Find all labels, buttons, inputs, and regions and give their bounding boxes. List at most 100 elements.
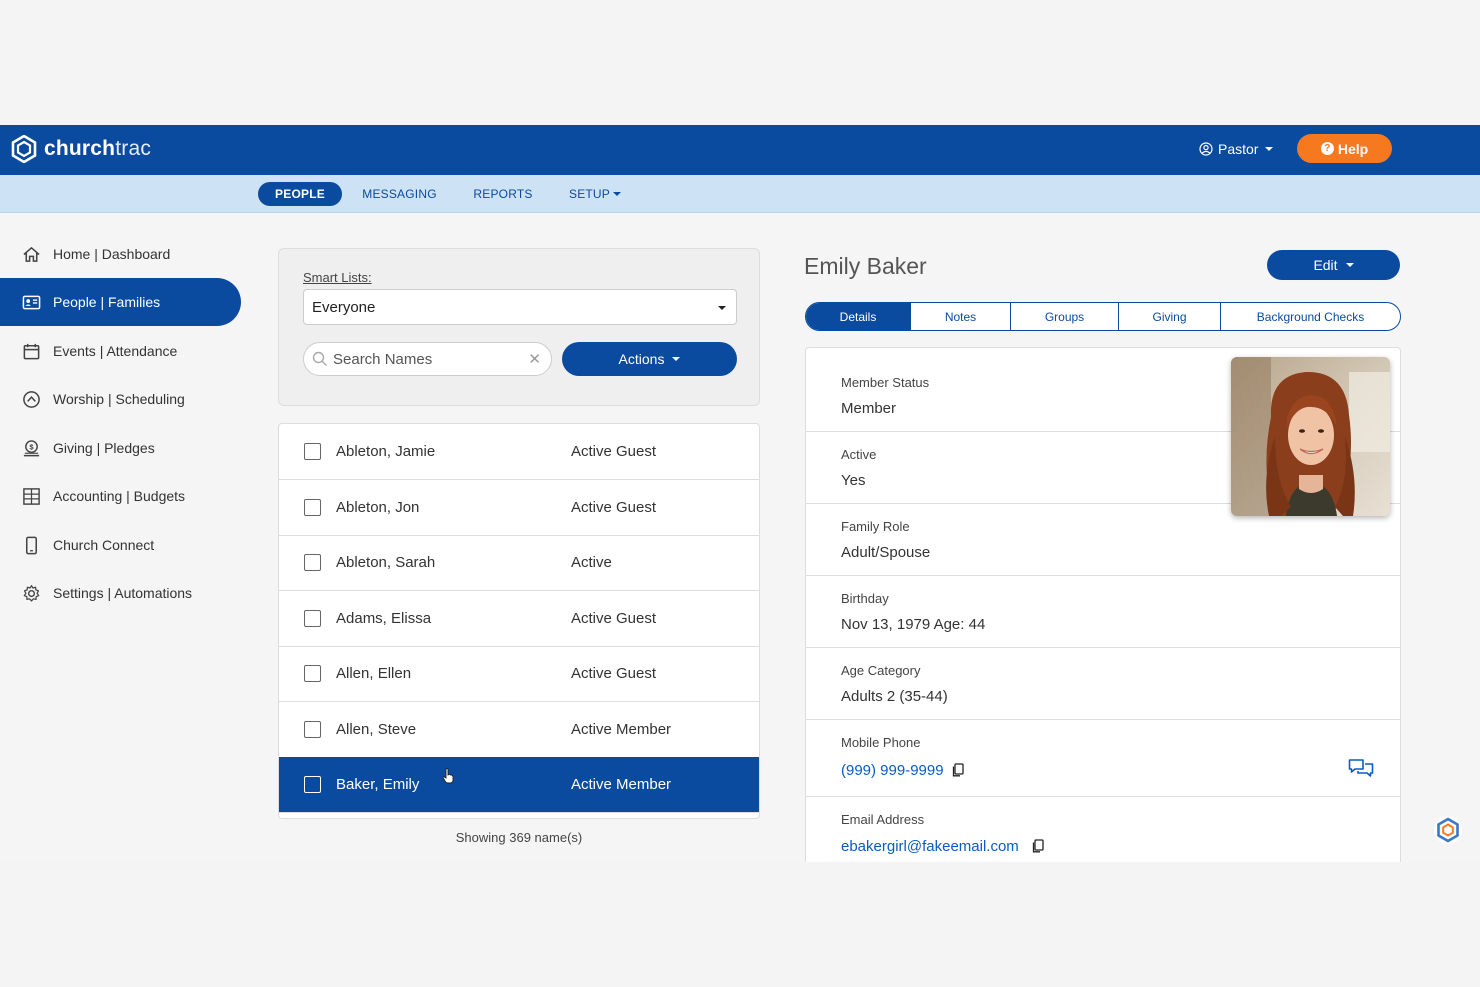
subnav-people[interactable]: PEOPLE: [258, 182, 342, 206]
copy-icon[interactable]: [1031, 839, 1044, 853]
smart-lists-label: Smart Lists:: [303, 270, 372, 285]
tab-label: Giving: [1152, 309, 1187, 324]
sidebar-item-church-connect[interactable]: Church Connect: [0, 521, 241, 569]
field-mobile-phone: Mobile Phone (999) 999-9999: [806, 720, 1400, 797]
chat-icon[interactable]: [1348, 758, 1374, 780]
person-name: Allen, Ellen: [336, 665, 412, 682]
sidebar-item-people[interactable]: People | Families: [0, 278, 241, 326]
brand-name: churchtrac: [44, 137, 152, 160]
person-status: Active Member: [571, 721, 672, 738]
tab-groups[interactable]: Groups: [1011, 303, 1119, 330]
showing-count: Showing 369 name(s): [455, 830, 583, 845]
home-icon: [23, 246, 40, 262]
sidebar-item-giving[interactable]: $ Giving | Pledges: [0, 424, 241, 472]
grid-icon: [23, 487, 40, 505]
tab-details[interactable]: Details: [806, 303, 911, 330]
row-checkbox[interactable]: [304, 610, 321, 627]
phone-icon: [25, 536, 38, 554]
sidebar-item-label: Giving | Pledges: [53, 440, 155, 456]
sidebar-item-settings[interactable]: Settings | Automations: [0, 569, 241, 617]
tab-label: Groups: [1044, 309, 1085, 324]
brand[interactable]: churchtrac: [10, 135, 151, 163]
sidebar-item-worship[interactable]: Worship | Scheduling: [0, 375, 241, 423]
tab-notes[interactable]: Notes: [911, 303, 1011, 330]
sidebar-item-label: Accounting | Budgets: [53, 488, 186, 504]
person-name: Ableton, Sarah: [336, 554, 436, 571]
sidebar-item-label: Home | Dashboard: [53, 246, 171, 262]
field-label: Birthday: [841, 591, 889, 606]
field-label: Member Status: [841, 375, 930, 390]
filter-panel: Smart Lists: Everyone ✕ Actions: [278, 248, 760, 406]
row-checkbox[interactable]: [304, 665, 321, 682]
chevron-down-icon: [672, 357, 681, 361]
sidebar-item-home[interactable]: Home | Dashboard: [0, 230, 241, 278]
tab-label: Details: [839, 309, 877, 324]
list-item-selected[interactable]: Baker, Emily Active Member: [279, 757, 759, 813]
tab-label: Background Checks: [1256, 309, 1365, 324]
email-link[interactable]: ebakergirl@fakeemail.com: [841, 838, 1044, 855]
field-label: Mobile Phone: [841, 735, 921, 750]
list-item[interactable]: Allen, Ellen Active Guest: [279, 646, 759, 702]
sidebar-item-label: Church Connect: [53, 537, 155, 553]
churchtrac-float-icon[interactable]: [1433, 815, 1463, 845]
sidebar-item-label: Worship | Scheduling: [53, 391, 185, 407]
search-icon: [312, 351, 327, 366]
row-checkbox[interactable]: [304, 721, 321, 738]
giving-icon: $: [23, 439, 40, 456]
hand-cursor-icon: [442, 768, 454, 784]
field-value: Adults 2 (35-44): [841, 688, 948, 705]
question-icon: ?: [1320, 142, 1334, 155]
smart-list-select[interactable]: Everyone: [303, 289, 737, 325]
list-item[interactable]: Allen, Steve Active Member: [279, 702, 759, 758]
person-status: Active Guest: [571, 610, 657, 627]
user-menu[interactable]: Pastor: [1199, 141, 1274, 157]
field-label: Age Category: [841, 663, 921, 678]
subnav-reports[interactable]: REPORTS: [468, 182, 538, 206]
search-field[interactable]: ✕: [303, 342, 552, 376]
actions-button[interactable]: Actions: [562, 342, 737, 376]
app-window: churchtrac Pastor ? Help PEOPLE MESSAGIN…: [0, 125, 1480, 862]
subnav-messaging-label: MESSAGING: [362, 187, 437, 201]
people-list: Ableton, Jamie Active Guest Ableton, Jon…: [278, 423, 760, 819]
list-item[interactable]: Adams, Elissa Active Guest: [279, 591, 759, 647]
row-checkbox[interactable]: [304, 443, 321, 460]
tab-background-checks[interactable]: Background Checks: [1221, 303, 1400, 330]
field-value: Adult/Spouse: [841, 544, 931, 561]
sidebar-item-events[interactable]: Events | Attendance: [0, 327, 241, 375]
person-detail-name: Emily Baker: [804, 253, 927, 279]
list-item[interactable]: Ableton, Jamie Active Guest: [279, 424, 759, 480]
person-status: Active Guest: [571, 499, 657, 516]
subnav-setup-label: SETUP: [568, 187, 610, 201]
person-name: Adams, Elissa: [336, 610, 432, 627]
profile-photo: [1231, 357, 1390, 516]
sidebar-item-accounting[interactable]: Accounting | Budgets: [0, 472, 241, 520]
person-status: Active Guest: [571, 443, 657, 460]
tab-label: Notes: [944, 309, 977, 324]
phone-link[interactable]: (999) 999-9999: [841, 762, 964, 779]
subnav-setup[interactable]: SETUP: [565, 182, 625, 206]
user-circle-icon: [1199, 142, 1213, 156]
field-label: Family Role: [841, 519, 910, 534]
help-label: Help: [1337, 140, 1369, 157]
chevron-down-icon: [1345, 263, 1354, 267]
list-item[interactable]: Ableton, Sarah Active: [279, 535, 759, 591]
row-checkbox[interactable]: [304, 554, 321, 571]
search-input[interactable]: [333, 350, 513, 368]
user-menu-label: Pastor: [1218, 141, 1259, 157]
person-status: Active Member: [571, 776, 672, 793]
copy-icon[interactable]: [951, 763, 964, 777]
detail-tabs: Details Notes Groups Giving Background C…: [805, 302, 1401, 331]
help-button[interactable]: ? Help: [1297, 134, 1392, 163]
person-status: Active Guest: [571, 665, 657, 682]
edit-button[interactable]: Edit: [1267, 250, 1400, 280]
chevron-down-icon: [613, 192, 621, 196]
person-name: Ableton, Jon: [336, 499, 420, 516]
row-checkbox[interactable]: [304, 776, 321, 793]
field-value: Member: [841, 400, 897, 417]
row-checkbox[interactable]: [304, 499, 321, 516]
clear-icon[interactable]: ✕: [528, 350, 541, 368]
list-item[interactable]: Ableton, Jon Active Guest: [279, 480, 759, 536]
tab-giving[interactable]: Giving: [1119, 303, 1221, 330]
field-email: Email Address ebakergirl@fakeemail.com: [806, 797, 1400, 862]
subnav-messaging[interactable]: MESSAGING: [357, 182, 442, 206]
